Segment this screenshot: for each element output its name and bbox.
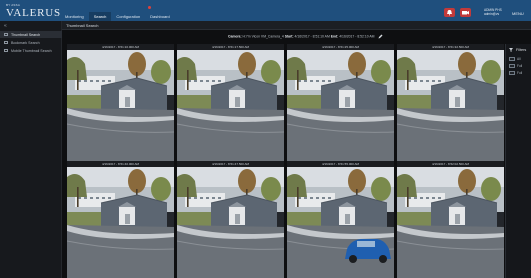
filter-option[interactable]: All (509, 57, 521, 61)
nav-monitoring[interactable]: Monitoring (60, 12, 89, 21)
filter-option-label: Full (517, 71, 523, 75)
sidebar: « Thumbnail Search Bookmark Search Mobil… (0, 21, 62, 278)
camera-label: Camera: (228, 34, 242, 39)
thumbnail-tile[interactable]: 4/16/2017 - 8:51:17.500 AM (177, 44, 284, 161)
top-icons (444, 8, 471, 17)
camera-frame (67, 50, 174, 161)
thumbnail-grid: 4/16/2017 - 8:51:10.000 AM 4/16/2017 - 8… (67, 44, 504, 278)
video-icon[interactable] (460, 8, 471, 17)
bookmark-icon (4, 41, 8, 44)
brand-logo[interactable]: BY ASSA VALERUS (6, 3, 61, 19)
end-label: End: (330, 34, 339, 39)
filter-icon (509, 48, 513, 52)
user-info[interactable]: ADMIN PHS admin@vs (484, 8, 502, 16)
filter-checkbox[interactable] (509, 57, 515, 61)
thumbnail-tile[interactable]: 4/16/2017 - 8:51:55.000 AM (287, 161, 394, 278)
sidebar-item-label: Thumbnail Search (11, 32, 41, 37)
filter-option-label: All (517, 57, 521, 61)
collapse-icon[interactable]: « (4, 23, 7, 29)
alarm-indicator (148, 6, 151, 9)
brand-name: VALERUS (6, 7, 61, 19)
page-title: Thumbnail Search (66, 23, 99, 28)
filter-option-label: Full (517, 64, 523, 68)
filter-panel: Filters All Full Full (505, 44, 531, 278)
main-nav: Monitoring Search Configuration Dashboar… (60, 12, 175, 21)
bell-icon[interactable] (444, 8, 455, 17)
filter-title: Filters (516, 48, 527, 52)
camera-frame (397, 50, 504, 161)
grid-icon (4, 33, 8, 36)
brand-small: BY ASSA (6, 3, 21, 7)
sidebar-item-bookmark-search[interactable]: Bookmark Search (0, 39, 62, 46)
sidebar-item-thumbnail-search[interactable]: Thumbnail Search (0, 31, 62, 38)
nav-dashboard[interactable]: Dashboard (145, 12, 175, 21)
thumbnail-tile[interactable]: 4/16/2017 - 8:52:02.500 AM (397, 161, 504, 278)
thumbnail-tile[interactable]: 4/16/2017 - 8:51:32.500 AM (397, 44, 504, 161)
mobile-icon (4, 49, 8, 52)
filter-checkbox[interactable] (509, 64, 515, 68)
camera-frame (67, 167, 174, 278)
search-info: Camera: H:7m Vicon VM_Camera_4 Start: 4/… (228, 34, 383, 39)
camera-frame (397, 167, 504, 278)
camera-frame (177, 167, 284, 278)
user-account: admin@vs (484, 12, 500, 16)
camera-frame (287, 167, 394, 278)
end-value: 4/16/2017 - 8:52:10 AM (339, 34, 375, 39)
pencil-icon[interactable] (378, 34, 383, 39)
thumbnail-tile[interactable]: 4/16/2017 - 8:51:47.500 AM (177, 161, 284, 278)
thumbnail-tile[interactable]: 4/16/2017 - 8:51:25.000 AM (287, 44, 394, 161)
nav-search[interactable]: Search (88, 12, 112, 21)
sidebar-item-label: Bookmark Search (11, 40, 40, 45)
menu-button[interactable]: MENU (512, 11, 524, 16)
filter-option[interactable]: Full (509, 71, 522, 75)
filter-checkbox[interactable] (509, 71, 515, 75)
start-label: Start: (284, 34, 294, 39)
thumbnail-tile[interactable]: 4/16/2017 - 8:51:40.000 AM (67, 161, 174, 278)
page-title-bar: Thumbnail Search (62, 21, 531, 30)
camera-frame (287, 50, 394, 161)
sidebar-item-label: Mobile Thumbnail Search (11, 48, 52, 53)
top-bar: BY ASSA VALERUS Monitoring Search Config… (0, 0, 531, 21)
thumbnail-tile[interactable]: 4/16/2017 - 8:51:10.000 AM (67, 44, 174, 161)
sidebar-item-mobile-thumbnail-search[interactable]: Mobile Thumbnail Search (0, 47, 62, 54)
camera-frame (177, 50, 284, 161)
nav-configuration[interactable]: Configuration (111, 12, 145, 21)
camera-value: H:7m Vicon VM_Camera_4 (242, 34, 284, 39)
filter-header[interactable]: Filters (509, 48, 526, 52)
filter-option[interactable]: Full (509, 64, 522, 68)
start-value: 4/16/2017 - 8:51:10 AM (294, 34, 330, 39)
